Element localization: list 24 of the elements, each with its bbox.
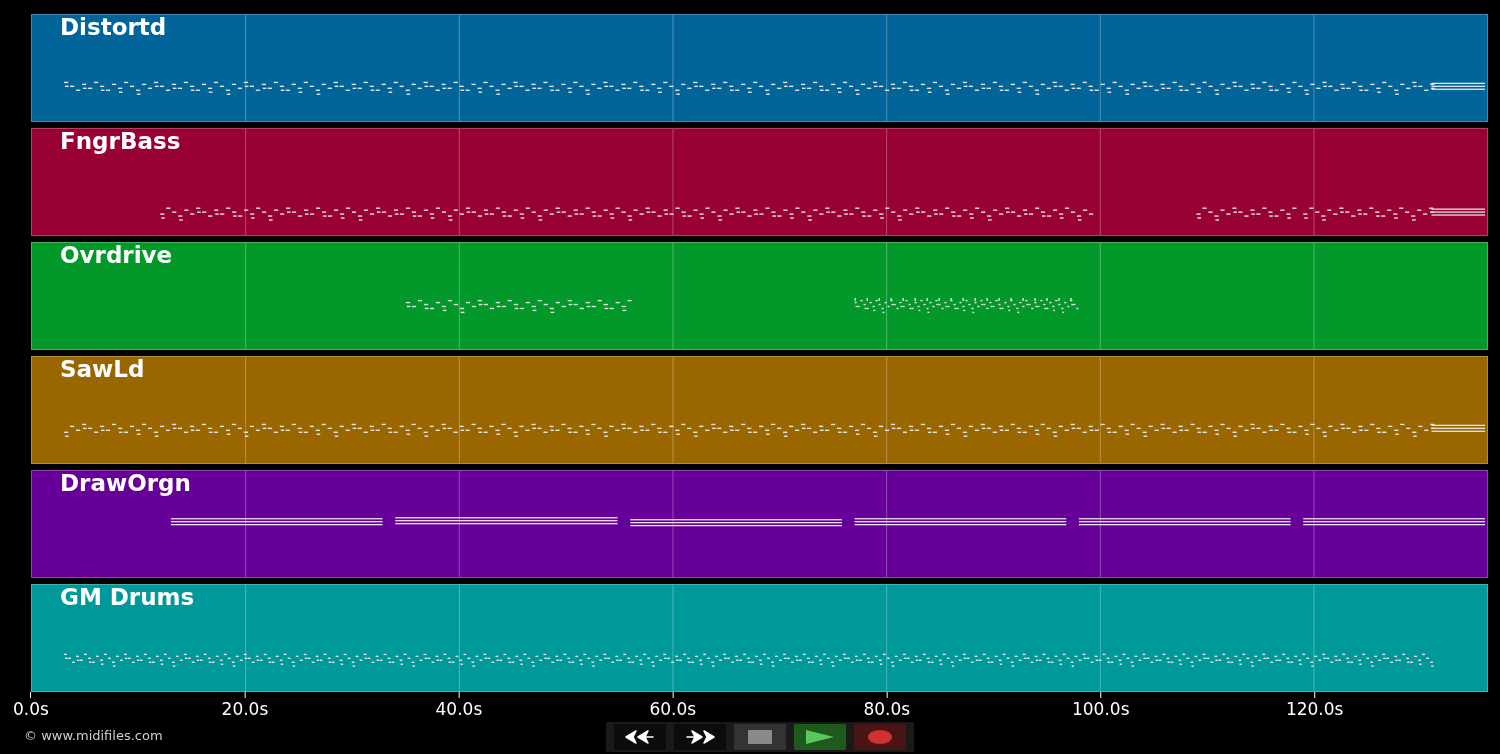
play-button[interactable] — [793, 724, 846, 750]
axis-label: 100.0s — [1072, 699, 1130, 719]
fast-forward-icon — [684, 729, 715, 745]
axis-label: 0.0s — [13, 699, 49, 719]
play-icon — [804, 729, 835, 745]
axis-label: 20.0s — [221, 699, 269, 719]
axis-label: 40.0s — [435, 699, 483, 719]
track-name: Distortd — [60, 15, 167, 39]
track-name: GM Drums — [60, 585, 195, 609]
track-name: SawLd — [60, 357, 145, 381]
forward-button[interactable] — [673, 724, 726, 750]
rewind-icon — [624, 729, 655, 745]
axis-label: 80.0s — [863, 699, 911, 719]
record-button[interactable] — [853, 724, 906, 750]
record-icon — [867, 730, 892, 744]
track-name: Ovrdrive — [60, 243, 173, 267]
axis-label: 60.0s — [649, 699, 697, 719]
rewind-button[interactable] — [613, 724, 666, 750]
track-name: DrawOrgn — [60, 471, 191, 495]
stop-button[interactable] — [733, 724, 786, 750]
stop-icon — [747, 730, 772, 744]
track-name: FngrBass — [60, 129, 181, 153]
axis-label: 120.0s — [1285, 699, 1344, 719]
credit-text: © www.midifiles.com — [24, 728, 163, 743]
